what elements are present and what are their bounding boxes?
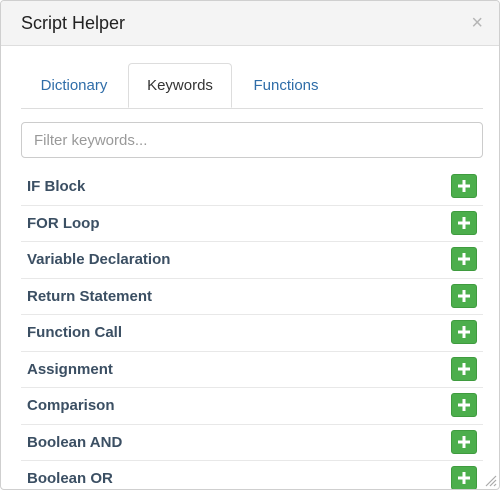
add-keyword-button[interactable] <box>451 320 477 344</box>
list-item: Comparison <box>21 388 483 425</box>
resize-grip-icon[interactable] <box>483 473 497 487</box>
plus-icon <box>458 289 470 302</box>
add-keyword-button[interactable] <box>451 356 477 381</box>
keyword-label: Comparison <box>27 397 115 414</box>
keyword-label: IF Block <box>27 178 86 195</box>
list-item: Boolean OR <box>21 461 483 489</box>
plus-icon <box>458 472 470 484</box>
keyword-label: FOR Loop <box>27 214 100 232</box>
add-keyword-button[interactable] <box>451 210 477 235</box>
list-item: Boolean AND <box>21 425 483 461</box>
add-keyword-button[interactable] <box>451 283 477 308</box>
plus-icon <box>458 435 470 448</box>
keyword-label: Assignment <box>27 360 113 378</box>
list-item: Variable Declaration <box>21 242 483 279</box>
add-keyword-button[interactable] <box>451 247 477 271</box>
script-helper-dialog: Script Helper × Dictionary Keywords Func… <box>0 0 500 490</box>
keyword-label: Boolean AND <box>27 433 123 451</box>
close-icon[interactable]: × <box>471 13 483 33</box>
dialog-header: Script Helper × <box>1 1 499 46</box>
add-keyword-button[interactable] <box>451 466 477 489</box>
keyword-label: Return Statement <box>27 287 153 305</box>
list-item: IF Block <box>21 169 483 206</box>
filter-keywords-input[interactable] <box>21 122 483 158</box>
plus-icon <box>458 399 470 411</box>
plus-icon <box>458 180 470 192</box>
list-item: Function Call <box>21 315 483 352</box>
plus-icon <box>458 362 470 375</box>
plus-icon <box>458 326 470 338</box>
keyword-label: Function Call <box>27 324 122 341</box>
keyword-label: Boolean OR <box>27 470 113 487</box>
add-keyword-button[interactable] <box>451 429 477 454</box>
plus-icon <box>458 253 470 265</box>
list-item: FOR Loop <box>21 206 483 242</box>
list-item: Assignment <box>21 352 483 388</box>
tab-bar: Dictionary Keywords Functions <box>21 63 483 109</box>
dialog-title: Script Helper <box>21 13 126 33</box>
keyword-list: IF Block FOR Loop Variable Declaration R… <box>21 169 483 489</box>
add-keyword-button[interactable] <box>451 174 477 198</box>
keyword-label: Variable Declaration <box>27 251 171 268</box>
add-keyword-button[interactable] <box>451 393 477 417</box>
list-item: Return Statement <box>21 279 483 315</box>
plus-icon <box>458 216 470 229</box>
tab-functions[interactable]: Functions <box>236 63 336 108</box>
tab-keywords[interactable]: Keywords <box>128 63 232 108</box>
tab-dictionary[interactable]: Dictionary <box>21 63 127 108</box>
